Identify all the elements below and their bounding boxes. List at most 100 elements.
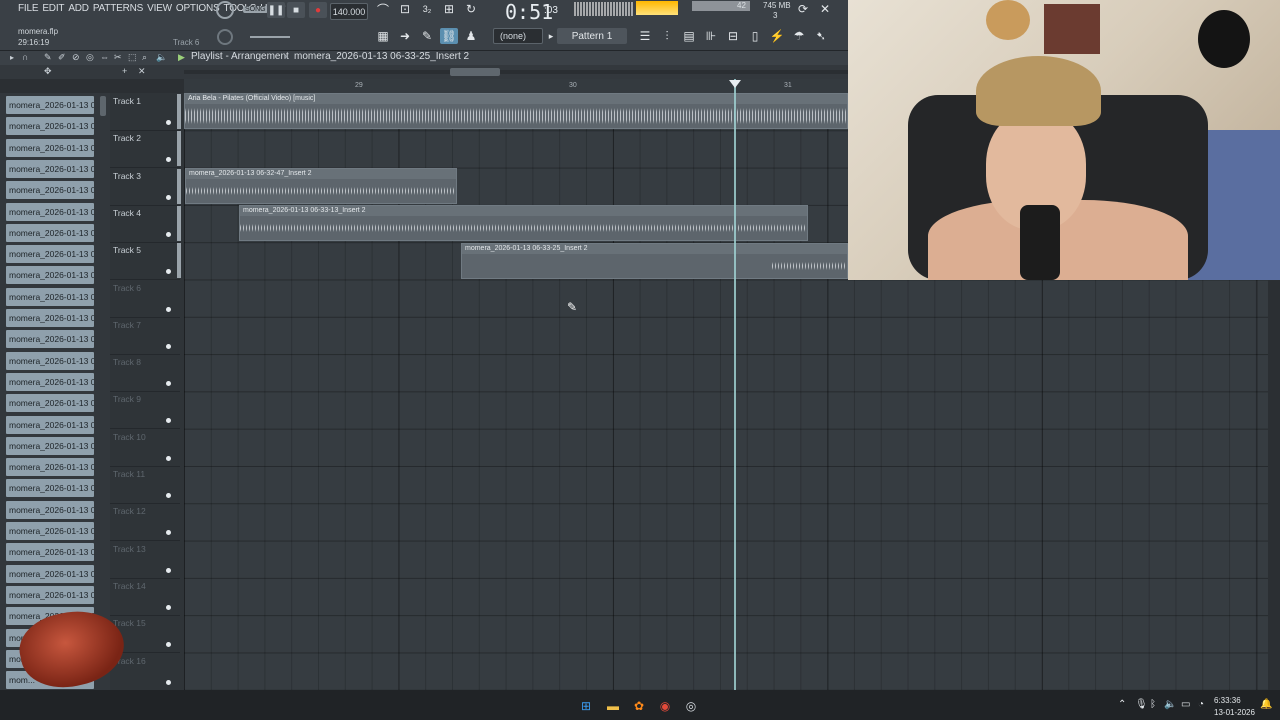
track-mute-toggle[interactable] xyxy=(166,157,171,163)
piano-roll-icon[interactable]: ▦ xyxy=(374,28,392,44)
undo-history-icon[interactable]: ⟳ xyxy=(794,1,812,17)
chrome-icon[interactable]: ◉ xyxy=(657,698,673,714)
horizontal-scrollbar[interactable] xyxy=(184,70,848,74)
picker-item[interactable]: momera_2026-01-13 06... xyxy=(6,372,94,391)
loop-record-icon[interactable]: ↻ xyxy=(462,1,480,17)
playlist-breadcrumb[interactable]: momera_2026-01-13 06-33-25_Insert 2 xyxy=(294,51,469,62)
slip-tool-icon[interactable]: ⇔ xyxy=(100,52,109,62)
track-header[interactable]: Track 6 xyxy=(110,280,180,318)
start-icon[interactable]: ⊞ xyxy=(578,698,594,714)
audio-clip-track5[interactable]: momera_2026-01-13 06-33-25_Insert 2 xyxy=(461,243,848,279)
track-header[interactable]: Track 7 xyxy=(110,317,180,355)
slice-tool-icon[interactable]: ✂ xyxy=(114,52,122,63)
taskbar-clock[interactable]: 6:33:36 xyxy=(1214,696,1241,705)
picker-item[interactable]: momera_2026-01-13 06... xyxy=(6,351,94,370)
master-pitch-knob[interactable] xyxy=(217,29,233,45)
picker-item[interactable]: momera_2026-01-13 06... xyxy=(6,585,94,604)
notifications-icon[interactable]: 🔔 xyxy=(1260,699,1272,710)
track-mute-toggle[interactable] xyxy=(166,604,171,610)
picker-item[interactable]: momera_2026-01-13 06... xyxy=(6,223,94,242)
picker-item[interactable]: momera_2026-01-13 06... xyxy=(6,138,94,157)
pause-button[interactable]: ❚❚ xyxy=(267,2,285,18)
picker-item[interactable]: momera_2026-01-13 06... xyxy=(6,159,94,178)
link-icon[interactable]: ⛓ xyxy=(440,28,458,44)
track-header[interactable]: Track 4 xyxy=(110,205,181,243)
scrollbar-thumb[interactable] xyxy=(450,68,500,76)
picker-item[interactable]: momera_2026-01-13 06... xyxy=(6,309,94,327)
master-volume-slider[interactable] xyxy=(250,36,290,38)
track-mute-toggle[interactable] xyxy=(166,120,171,125)
close-icon[interactable]: ✕ xyxy=(816,1,834,17)
tray-overflow-icon[interactable]: ⌃ xyxy=(1118,699,1126,710)
obs-icon[interactable]: ◎ xyxy=(683,698,699,714)
track-header[interactable]: Track 8 xyxy=(110,354,180,393)
zoom-tool-icon[interactable]: ⌕ xyxy=(142,52,147,63)
timeline-ruler[interactable]: 29 30 31 xyxy=(184,79,848,94)
plug-icon[interactable]: ⚡ xyxy=(768,28,786,44)
track-mute-toggle[interactable] xyxy=(166,343,171,349)
track-mute-toggle[interactable] xyxy=(166,269,171,275)
picker-item[interactable]: momera_2026-01-13 06... xyxy=(6,522,94,540)
picker-item[interactable]: momera_2026-01-13 06... xyxy=(6,436,94,455)
track-mute-toggle[interactable] xyxy=(166,306,171,312)
audio-clip-track3[interactable]: momera_2026-01-13 06-32-47_Insert 2 xyxy=(185,168,457,204)
track-mute-toggle[interactable] xyxy=(166,455,171,461)
picker-item[interactable]: momera_2026-01-13 06... xyxy=(6,245,94,264)
track-header[interactable]: Track 10 xyxy=(110,429,180,467)
remove-icon[interactable]: ✕ xyxy=(138,66,146,77)
track-mute-toggle[interactable] xyxy=(166,194,171,200)
stop-button[interactable]: ■ xyxy=(287,2,305,18)
track-header[interactable]: Track 14 xyxy=(110,578,180,616)
microphone-icon[interactable]: 🎙 xyxy=(1135,699,1148,710)
browser-icon[interactable]: ⊟ xyxy=(724,28,742,44)
bluetooth-icon[interactable]: ᛒ xyxy=(1150,699,1156,710)
draw-tool-icon[interactable]: ✎ xyxy=(44,52,52,63)
select-tool-icon[interactable]: ⬚ xyxy=(128,52,137,63)
picker-item[interactable]: momera_2026-01-13 06... xyxy=(6,330,94,349)
track-mute-toggle[interactable] xyxy=(166,381,171,387)
delete-tool-icon[interactable]: ⊘ xyxy=(72,52,80,63)
fl-studio-icon[interactable]: ✿ xyxy=(631,698,647,714)
touch-controller-icon[interactable]: ☂ xyxy=(790,28,808,44)
picker-item[interactable]: momera_2026-01-13 06... xyxy=(6,266,94,285)
file-explorer-icon[interactable]: ▬ xyxy=(605,698,621,714)
taskbar-date[interactable]: 13-01-2026 xyxy=(1214,708,1255,717)
export-icon[interactable]: ➷ xyxy=(812,28,830,44)
paint-tool-icon[interactable]: ✐ xyxy=(58,52,66,63)
record-button[interactable]: ● xyxy=(309,2,327,18)
network-icon[interactable]: ▭ xyxy=(1181,699,1190,710)
playhead[interactable] xyxy=(734,79,736,690)
menu-file[interactable]: FILE xyxy=(18,3,39,14)
track-header[interactable]: Track 12 xyxy=(110,503,180,542)
plugin-icon[interactable]: ▯ xyxy=(746,28,764,44)
snap-selector[interactable]: (none) xyxy=(493,28,543,44)
track-mute-toggle[interactable] xyxy=(166,679,171,685)
picker-item[interactable]: momera_2026-01-13 06... xyxy=(6,458,94,477)
play-arrow-icon[interactable]: ▶ xyxy=(178,52,185,63)
track-mute-toggle[interactable] xyxy=(166,418,171,424)
tempo-field[interactable]: 140.000 xyxy=(330,3,368,20)
picker-scrollbar[interactable] xyxy=(100,96,106,116)
metronome-icon[interactable]: ⌒ xyxy=(374,1,392,17)
playlist-icon[interactable]: ☰ xyxy=(636,28,654,44)
picker-item[interactable]: momera_2026-01-13 06... xyxy=(6,543,94,562)
track-header[interactable]: Track 3 xyxy=(110,168,181,206)
track-mute-toggle[interactable] xyxy=(166,231,171,237)
mixer-icon[interactable]: ⫶ xyxy=(658,28,676,44)
menu-add[interactable]: ADD xyxy=(68,3,89,14)
picker-item[interactable]: momera_2026-01-13 06... xyxy=(6,394,94,413)
pencil-icon[interactable]: ✎ xyxy=(418,28,436,44)
picker-item[interactable]: momera_2026-01-13 06... xyxy=(6,117,94,136)
countdown-icon[interactable]: 3₂ xyxy=(418,1,436,17)
master-volume-knob[interactable] xyxy=(216,1,234,19)
track-header[interactable]: Track 5 xyxy=(110,242,181,281)
playlist-menu-arrow-icon[interactable]: ▸ xyxy=(10,53,14,62)
picker-item[interactable]: momera_2026-01-13 06... xyxy=(6,500,94,519)
stamp-icon[interactable]: ♟ xyxy=(462,28,480,44)
magnet-icon[interactable]: ∩ xyxy=(22,52,28,62)
step-edit-icon[interactable]: ⊞ xyxy=(440,1,458,17)
audio-clip-track1[interactable]: Aria Bela - Pilates (Official Video) [mu… xyxy=(184,93,848,129)
track-mute-toggle[interactable] xyxy=(166,567,171,573)
menu-view[interactable]: VIEW xyxy=(147,3,172,14)
playhead-marker-icon[interactable] xyxy=(729,80,741,88)
